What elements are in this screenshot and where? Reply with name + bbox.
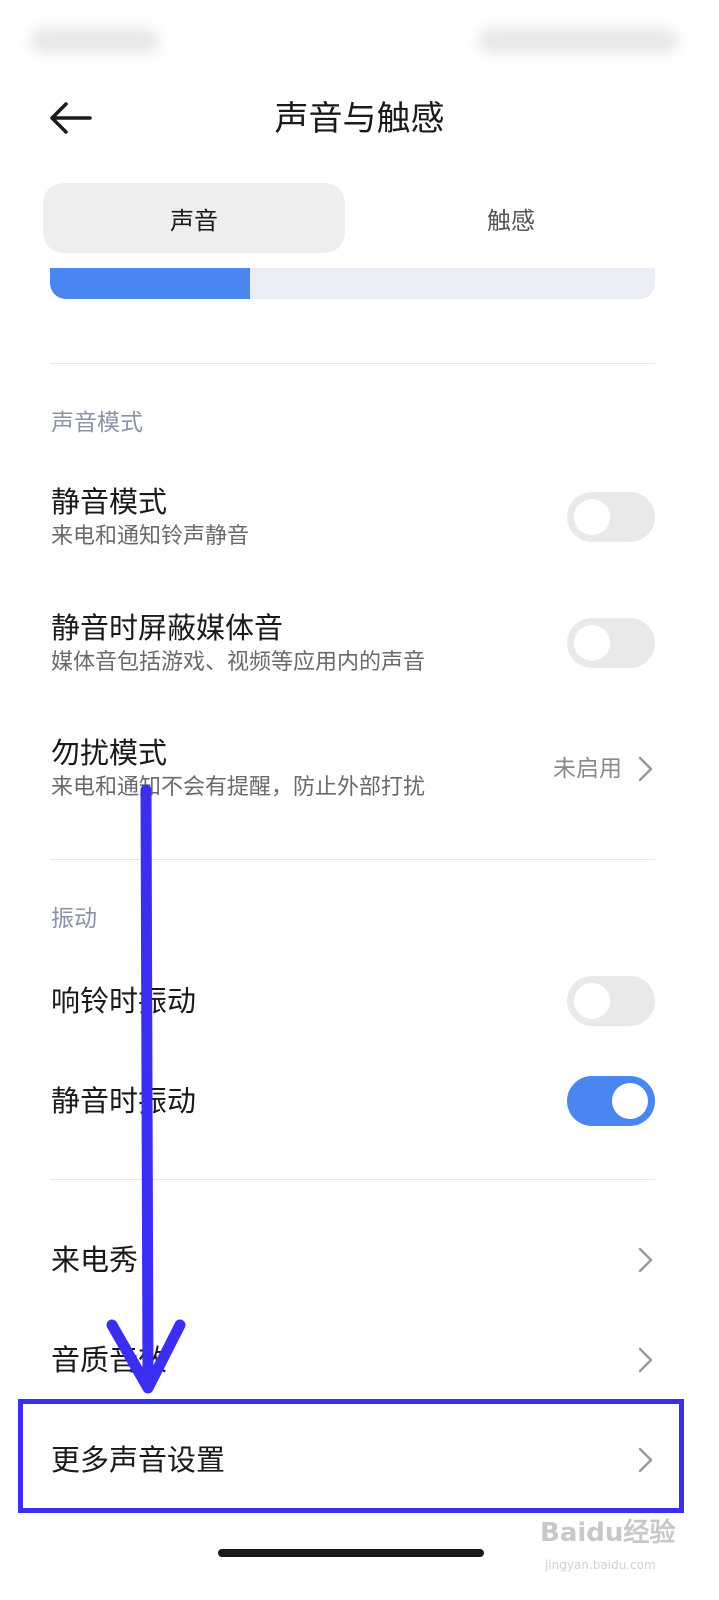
setting-subtitle: 媒体音包括游戏、视频等应用内的声音 — [51, 650, 426, 675]
volume-slider-fill — [50, 268, 250, 299]
toggle-knob — [612, 1083, 648, 1119]
divider — [50, 859, 655, 860]
divider — [50, 1179, 655, 1180]
status-bar-right — [478, 28, 678, 54]
watermark-logo: Baidu经验 — [540, 1518, 676, 1548]
chevron-right-icon — [638, 1347, 653, 1373]
dnd-status-value: 未启用 — [553, 756, 622, 782]
setting-subtitle: 来电和通知不会有提醒，防止外部打扰 — [51, 775, 426, 800]
setting-title: 勿扰模式 — [51, 736, 168, 770]
section-label-sound-mode: 声音模式 — [51, 410, 143, 436]
divider — [50, 363, 655, 364]
volume-slider[interactable] — [50, 268, 655, 299]
vibrate-on-silent-toggle[interactable] — [567, 1076, 655, 1126]
setting-title: 静音时振动 — [51, 1084, 197, 1118]
silent-mode-toggle[interactable] — [567, 492, 655, 542]
toggle-knob — [574, 499, 610, 535]
setting-row-silent-mode[interactable]: 静音模式 来电和通知铃声静音 — [0, 470, 719, 570]
watermark-url: jingyan.baidu.com — [545, 1558, 656, 1572]
setting-row-vibrate-on-ring[interactable]: 响铃时振动 — [0, 965, 719, 1037]
chevron-right-icon — [638, 1247, 653, 1273]
setting-title: 静音模式 — [51, 485, 168, 519]
setting-row-vibrate-on-silent[interactable]: 静音时振动 — [0, 1065, 719, 1137]
chevron-right-icon — [638, 756, 653, 782]
toggle-knob — [574, 625, 610, 661]
home-indicator[interactable] — [218, 1549, 484, 1557]
setting-row-do-not-disturb[interactable]: 勿扰模式 来电和通知不会有提醒，防止外部打扰 未启用 — [0, 721, 719, 821]
toggle-knob — [574, 983, 610, 1019]
setting-row-caller-show[interactable]: 来电秀 — [0, 1222, 719, 1298]
page-title: 声音与触感 — [274, 99, 445, 139]
setting-row-sound-quality[interactable]: 音质音效 — [0, 1322, 719, 1398]
mute-media-toggle[interactable] — [567, 618, 655, 668]
status-bar-left — [30, 28, 160, 54]
setting-title: 来电秀 — [51, 1243, 139, 1277]
annotation-highlight-box — [18, 1399, 684, 1513]
tab-sound[interactable]: 声音 — [43, 183, 345, 253]
tab-haptics[interactable]: 触感 — [360, 183, 662, 253]
setting-title: 音质音效 — [51, 1343, 168, 1377]
setting-subtitle: 来电和通知铃声静音 — [51, 524, 250, 549]
setting-title: 响铃时振动 — [51, 984, 197, 1018]
setting-row-mute-media[interactable]: 静音时屏蔽媒体音 媒体音包括游戏、视频等应用内的声音 — [0, 596, 719, 696]
setting-title: 静音时屏蔽媒体音 — [51, 611, 284, 645]
vibrate-on-ring-toggle[interactable] — [567, 976, 655, 1026]
section-label-vibration: 振动 — [51, 906, 97, 932]
